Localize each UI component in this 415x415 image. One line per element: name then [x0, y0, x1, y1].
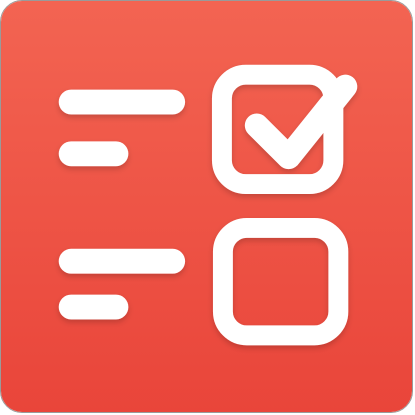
- checklist-icon: [1, 1, 412, 412]
- item-1-label-bar-long: [58, 89, 186, 115]
- item-2-label-bar-long: [58, 248, 186, 274]
- item-1-label-bar-short: [58, 141, 129, 167]
- item-2-label-bar-short: [58, 294, 129, 320]
- icon-background: [1, 1, 412, 412]
- checklist-app-icon: [0, 0, 413, 413]
